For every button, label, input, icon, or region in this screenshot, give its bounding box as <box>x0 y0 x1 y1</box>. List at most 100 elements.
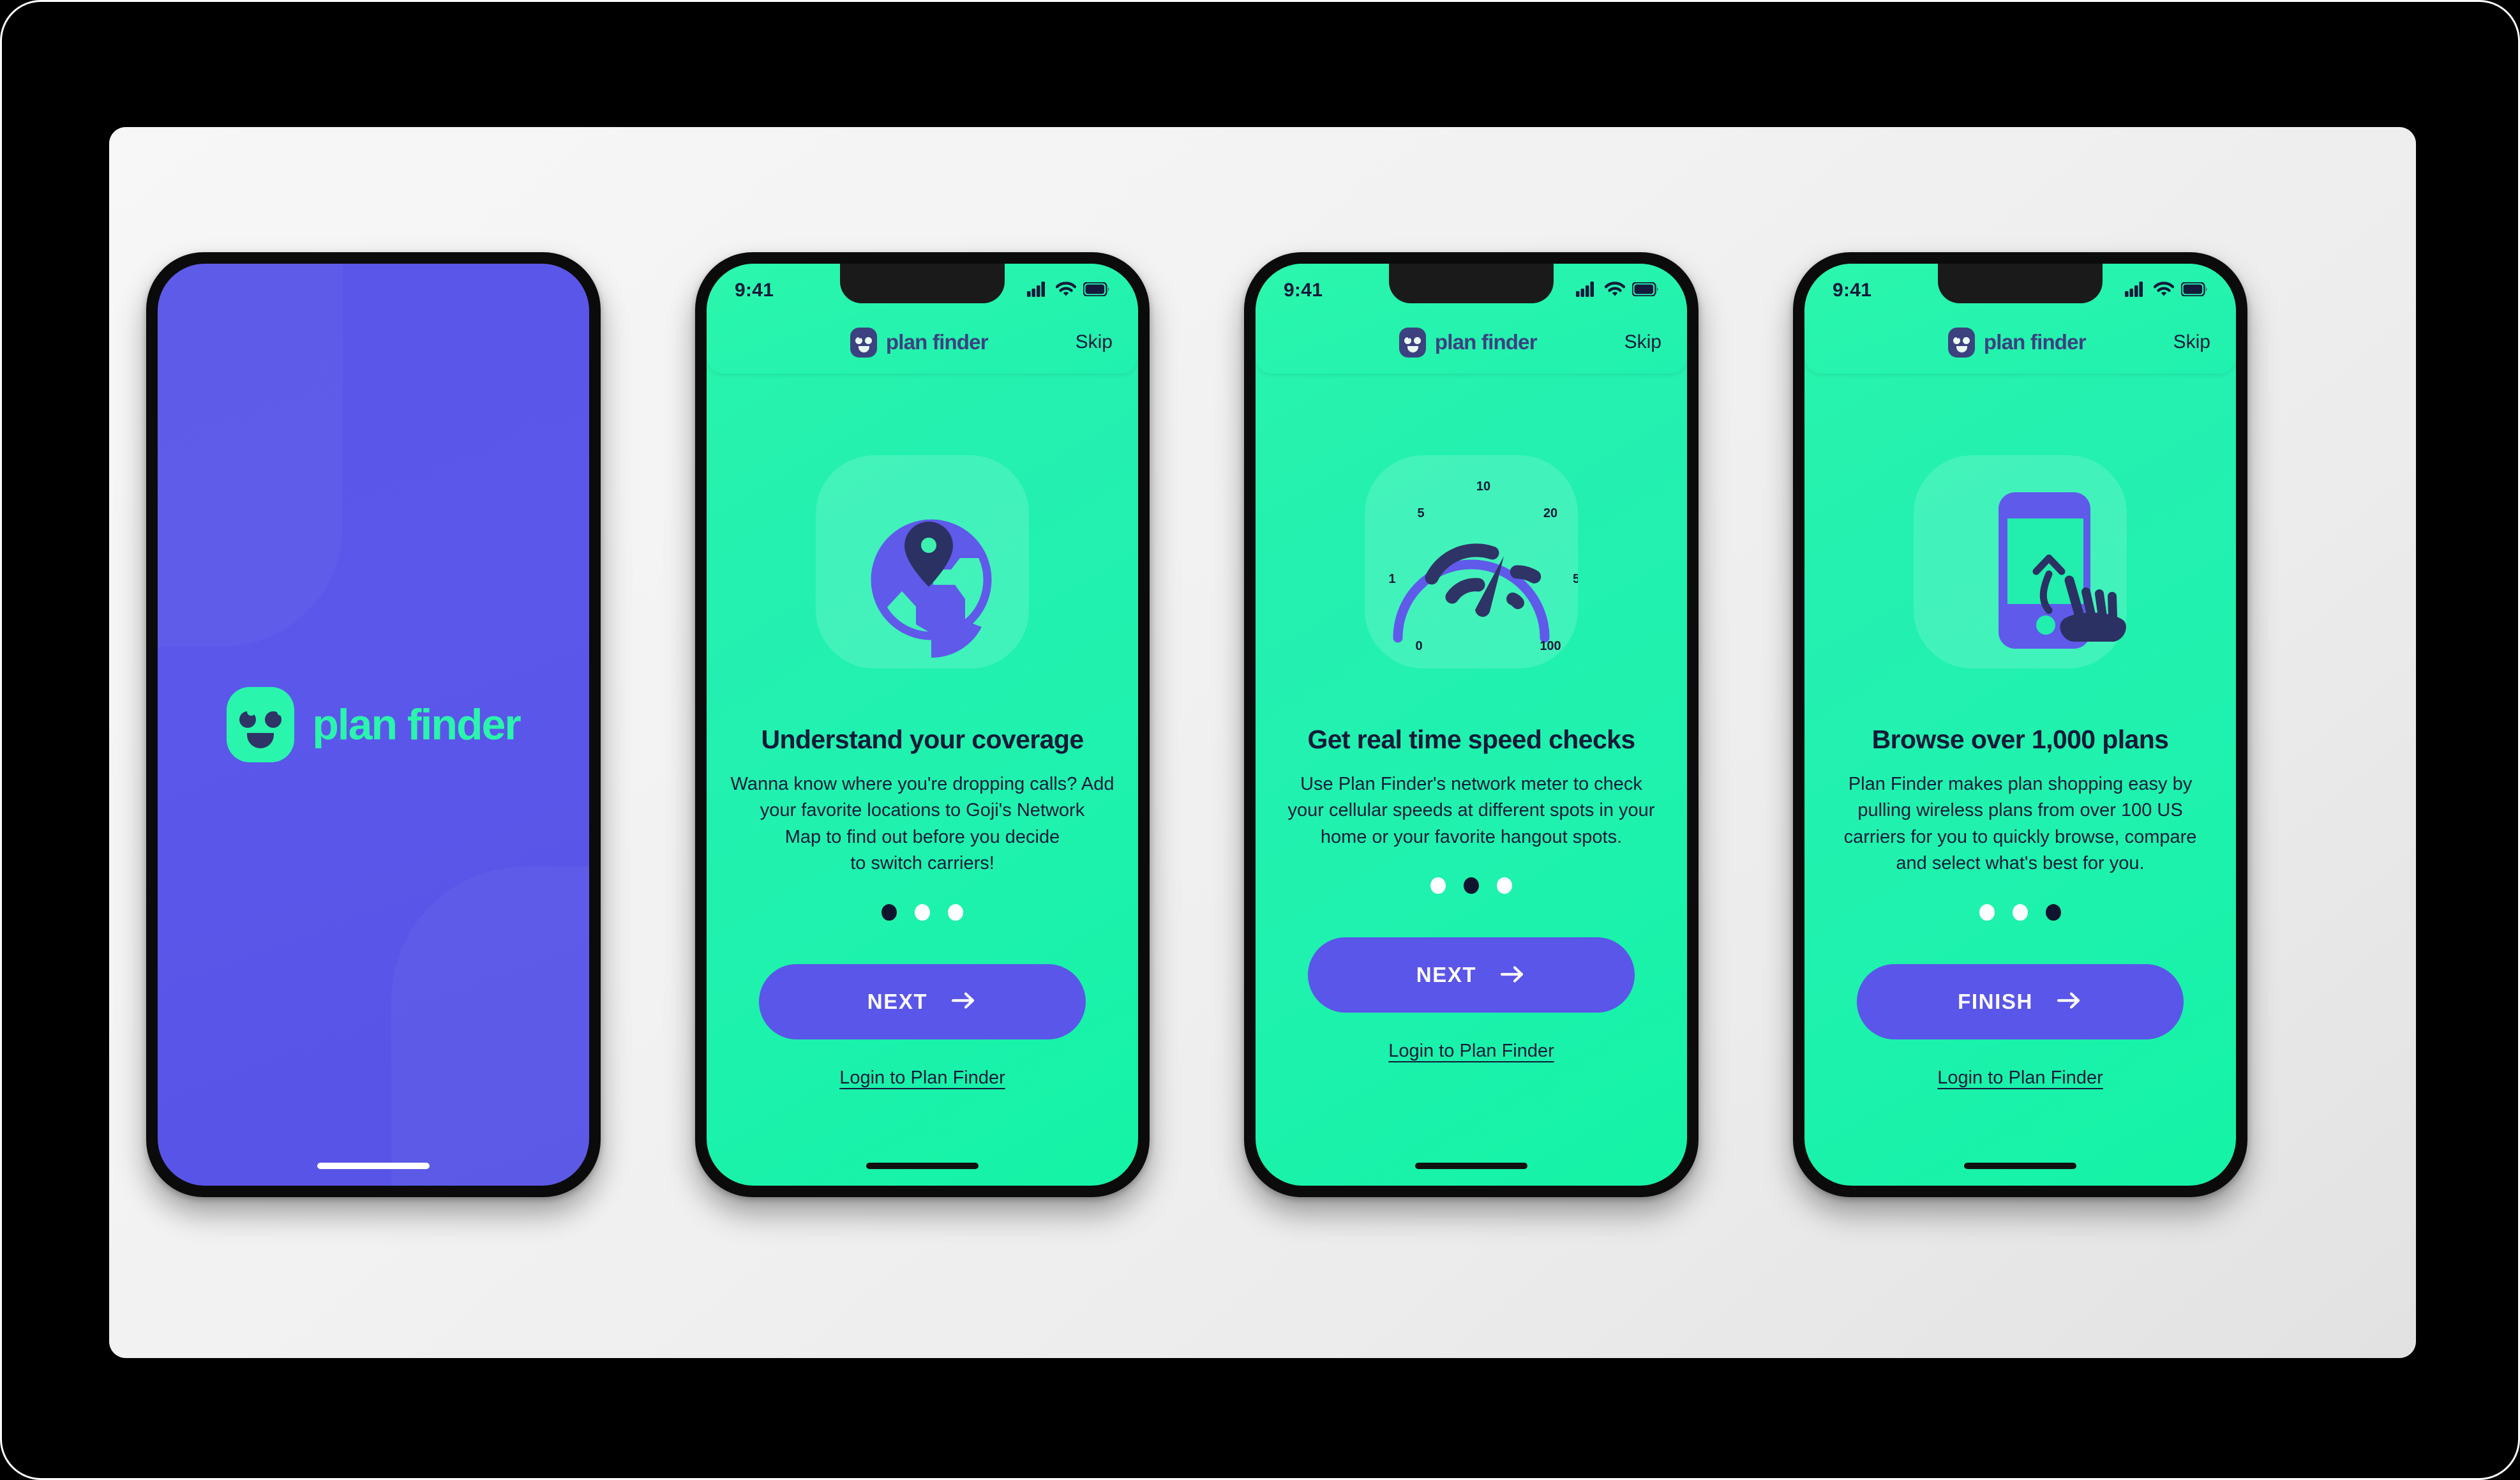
splash-logo-lockup: plan finder <box>158 687 589 762</box>
cta-label: NEXT <box>867 989 928 1013</box>
pagination-dots <box>1430 877 1512 895</box>
illustration-tile <box>1914 455 2127 668</box>
header-row: plan finder Skip <box>1256 320 1687 365</box>
phone-mockup-browse: 9:41 plan finder Skip Browse over 1,000 … <box>1793 252 2247 1197</box>
primary-cta-button[interactable]: NEXT <box>759 963 1086 1039</box>
onboarding-screen-speed: 9:41 plan finder Skip 10 5 20 1 0 100 Ge… <box>1256 264 1687 1186</box>
onboarding-body: 10 5 20 1 50 0 100 Get real time speed c… <box>1256 374 1687 1186</box>
page-dot[interactable] <box>948 903 963 921</box>
skip-button[interactable]: Skip <box>1624 331 1661 353</box>
illustration-tile: 10 5 20 1 50 0 100 <box>1365 455 1578 668</box>
presentation-canvas: plan finder 9:41 plan finder Skip Unders… <box>109 127 2416 1358</box>
battery-full-icon <box>1083 281 1110 299</box>
splash-screen: plan finder <box>158 264 589 1186</box>
wifi-icon <box>2153 281 2175 300</box>
status-time: 9:41 <box>1284 280 1323 301</box>
brand-lockup: plan finder <box>1947 327 2087 358</box>
splash-background: plan finder <box>158 264 589 1186</box>
brand-wordmark: plan finder <box>885 330 989 354</box>
onboarding-background: 9:41 <box>1804 264 2236 1186</box>
cellular-signal-icon <box>1027 281 1049 300</box>
decorative-blob <box>391 866 589 1186</box>
plan-finder-face-icon <box>1399 327 1426 358</box>
home-indicator <box>317 1163 430 1169</box>
skip-button[interactable]: Skip <box>2173 331 2210 353</box>
header-row: plan finder Skip <box>1804 320 2236 365</box>
plan-finder-face-icon <box>1947 327 1975 358</box>
page-dot[interactable] <box>1979 903 1995 921</box>
phone-swipe-gesture-icon <box>1999 492 2126 649</box>
device-notch <box>840 264 1005 303</box>
cellular-signal-icon <box>1576 281 1598 300</box>
page-title: Get real time speed checks <box>1307 725 1635 754</box>
onboarding-screen-coverage: 9:41 plan finder Skip Understand your co… <box>707 264 1138 1186</box>
cellular-signal-icon <box>2125 281 2147 300</box>
home-indicator <box>1415 1163 1527 1169</box>
app-header: 9:41 plan finder Skip <box>707 264 1138 374</box>
cta-label: FINISH <box>1958 989 2033 1013</box>
svg-text:0: 0 <box>1415 639 1422 653</box>
onboarding-body: Understand your coverage Wanna know wher… <box>707 374 1138 1186</box>
page-dot[interactable] <box>915 903 930 921</box>
status-time: 9:41 <box>735 280 774 301</box>
onboarding-background: 9:41 <box>707 264 1138 1186</box>
device-notch <box>1389 264 1554 303</box>
page-dot[interactable] <box>2046 903 2061 921</box>
page-dot[interactable] <box>881 903 897 921</box>
wifi-icon <box>1604 281 1626 300</box>
outer-device-frame: plan finder 9:41 plan finder Skip Unders… <box>0 0 2520 1480</box>
page-description: Plan Finder makes plan shopping easy by … <box>1843 774 2197 874</box>
primary-cta-button[interactable]: NEXT <box>1308 937 1635 1013</box>
brand-lockup: plan finder <box>850 327 989 358</box>
arrow-right-icon <box>1499 963 1526 987</box>
decorative-blob <box>158 264 343 647</box>
status-indicators <box>1027 281 1110 300</box>
page-dot[interactable] <box>1464 877 1479 895</box>
login-link[interactable]: Login to Plan Finder <box>1388 1041 1554 1062</box>
battery-full-icon <box>2180 281 2208 299</box>
page-description: Use Plan Finder's network meter to check… <box>1287 774 1655 847</box>
primary-cta-button[interactable]: FINISH <box>1857 963 2184 1039</box>
phone-mockup-coverage: 9:41 plan finder Skip Understand your co… <box>695 252 1150 1197</box>
speedometer-gauge-icon: 10 5 20 1 50 0 100 <box>1388 479 1578 653</box>
battery-full-icon <box>1631 281 1659 299</box>
page-dot[interactable] <box>2013 903 2028 921</box>
page-description: Wanna know where you're dropping calls? … <box>730 774 1114 874</box>
globe-with-location-pin-icon <box>871 519 992 658</box>
onboarding-screen-browse: 9:41 plan finder Skip Browse over 1,000 … <box>1804 264 2236 1186</box>
svg-text:5: 5 <box>1417 506 1424 520</box>
app-header: 9:41 plan finder Skip <box>1804 264 2236 374</box>
svg-text:50: 50 <box>1573 572 1578 586</box>
svg-text:10: 10 <box>1476 479 1490 494</box>
pagination-dots <box>881 903 963 921</box>
skip-button[interactable]: Skip <box>1076 331 1113 353</box>
onboarding-background: 9:41 <box>1256 264 1687 1186</box>
svg-text:20: 20 <box>1543 506 1557 520</box>
page-dot[interactable] <box>1430 877 1446 895</box>
home-indicator <box>1964 1163 2076 1169</box>
status-time: 9:41 <box>1833 280 1872 301</box>
arrow-right-icon <box>950 990 977 1013</box>
header-row: plan finder Skip <box>707 320 1138 365</box>
cta-label: NEXT <box>1416 963 1477 987</box>
brand-wordmark: plan finder <box>1983 330 2087 354</box>
phone-mockup-splash: plan finder <box>146 252 601 1197</box>
svg-text:100: 100 <box>1540 639 1561 653</box>
status-indicators <box>2125 281 2208 300</box>
illustration-tile <box>816 455 1029 668</box>
home-indicator <box>866 1163 979 1169</box>
onboarding-body: Browse over 1,000 plans Plan Finder make… <box>1804 374 2236 1186</box>
login-link[interactable]: Login to Plan Finder <box>1937 1068 2103 1089</box>
page-dot[interactable] <box>1497 877 1512 895</box>
phone-mockup-speed: 9:41 plan finder Skip 10 5 20 1 0 100 Ge… <box>1244 252 1699 1197</box>
splash-wordmark: plan finder <box>312 700 521 749</box>
plan-finder-face-icon <box>850 327 877 358</box>
page-title: Browse over 1,000 plans <box>1871 725 2169 754</box>
plan-finder-face-icon <box>227 687 295 762</box>
login-link[interactable]: Login to Plan Finder <box>839 1068 1005 1089</box>
wifi-icon <box>1055 281 1077 300</box>
brand-lockup: plan finder <box>1399 327 1538 358</box>
svg-text:1: 1 <box>1388 572 1395 586</box>
device-notch <box>1938 264 2103 303</box>
page-title: Understand your coverage <box>761 725 1084 754</box>
